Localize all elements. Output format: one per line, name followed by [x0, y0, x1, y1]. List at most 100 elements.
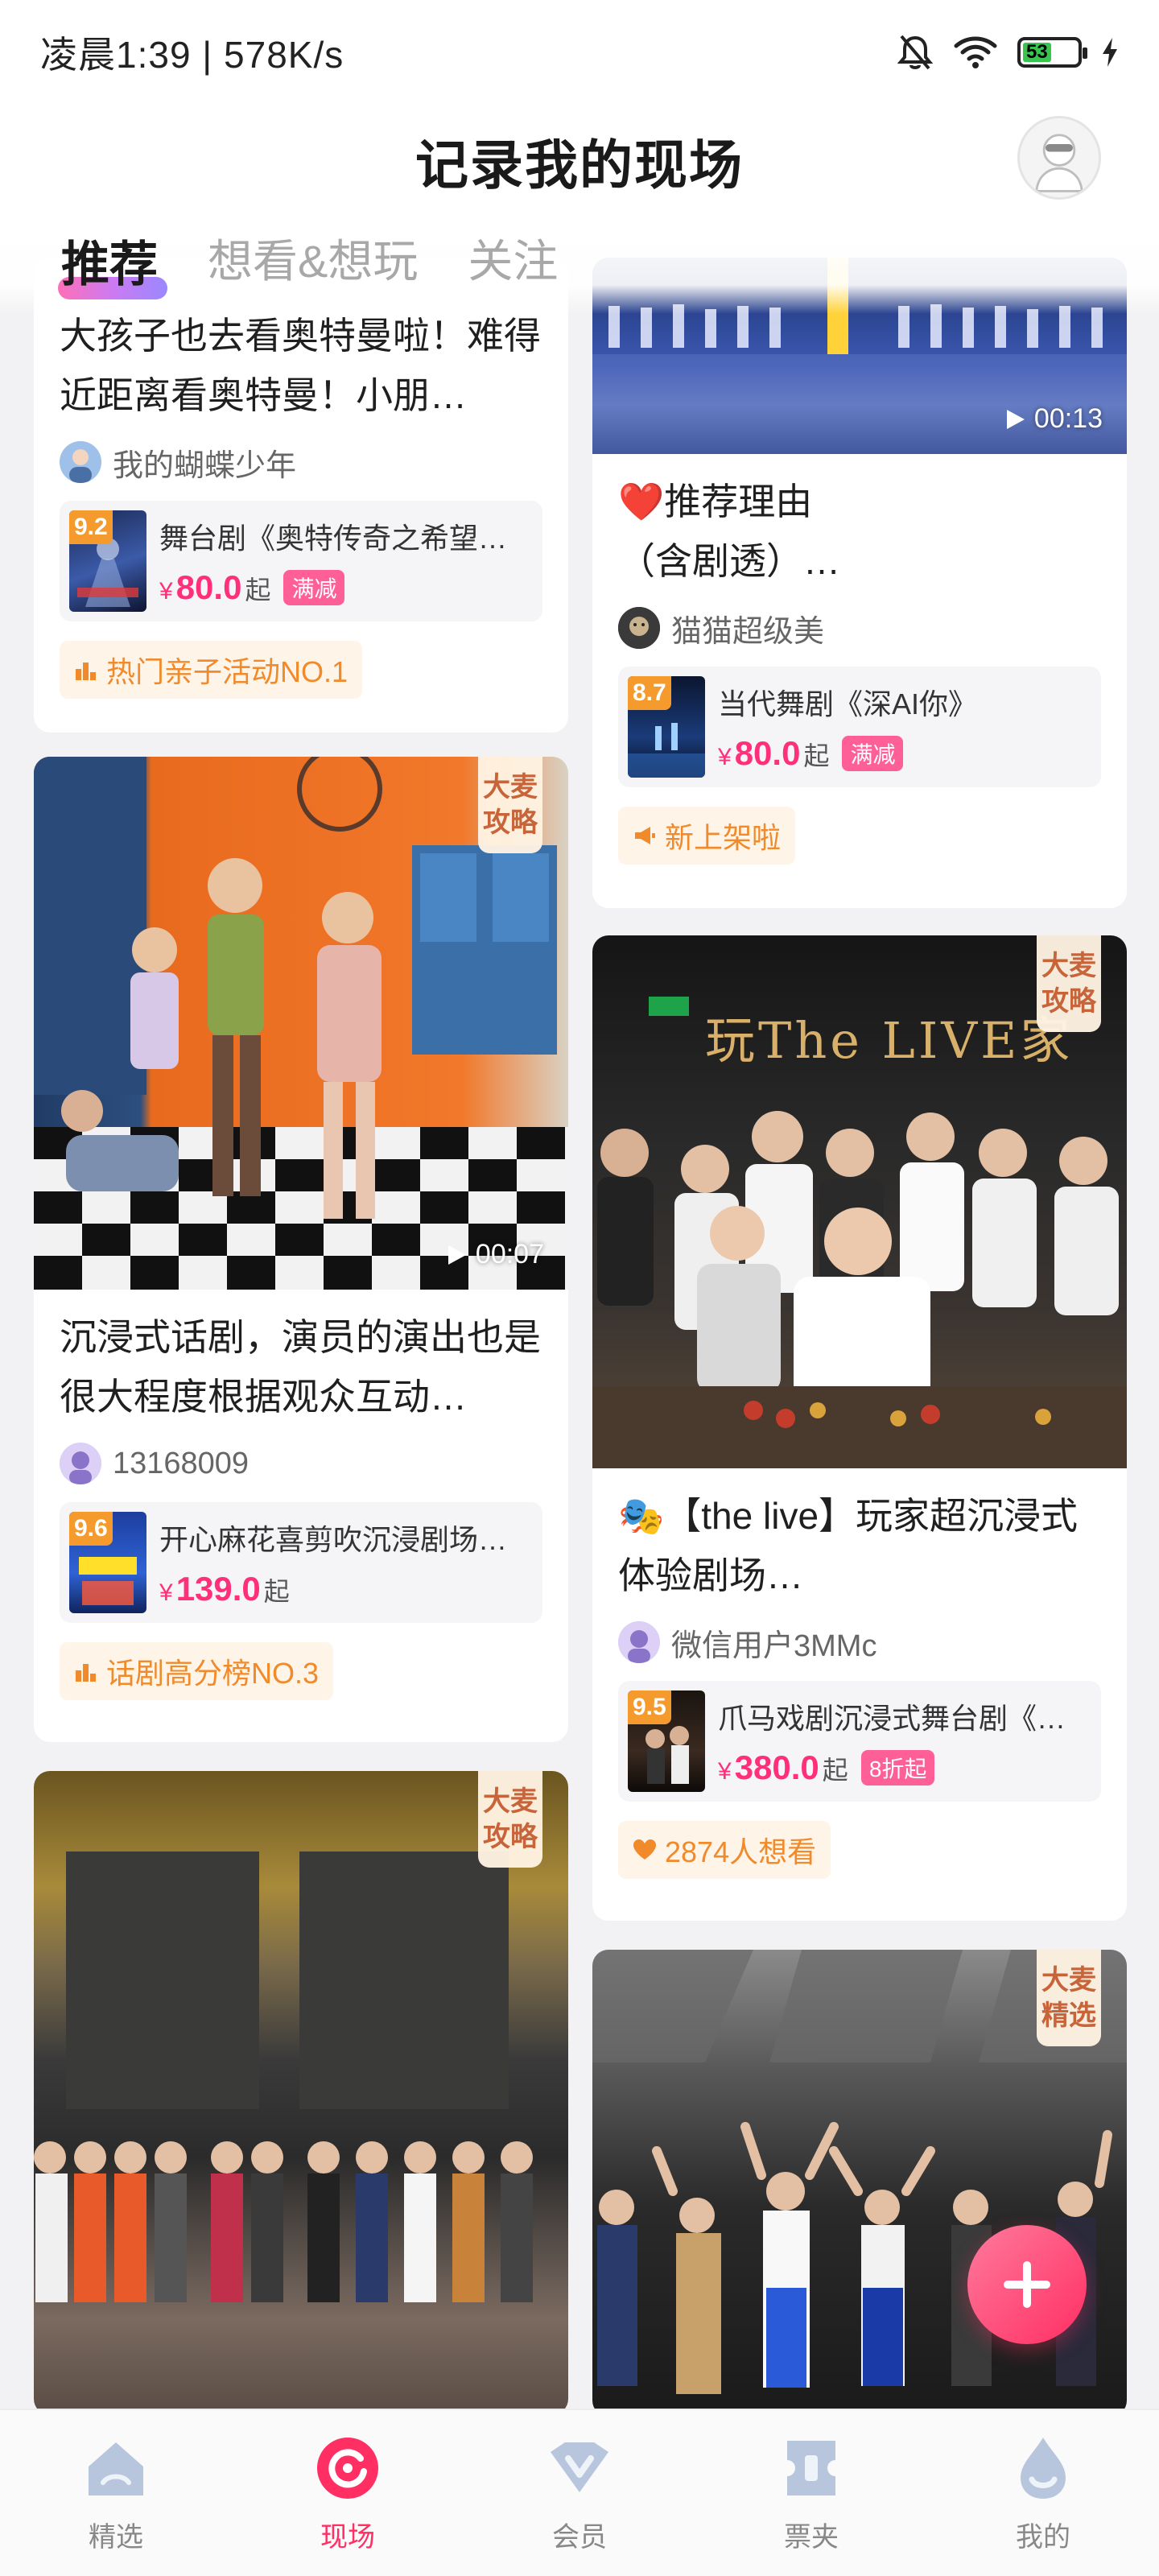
nav-item-profile[interactable]: 我的	[927, 2410, 1159, 2576]
nav-label: 精选	[89, 2522, 143, 2553]
nav-label: 会员	[552, 2522, 607, 2553]
editor-badge: 大麦攻略	[1037, 935, 1101, 1032]
show-name: 当代舞剧《深AI你》	[718, 687, 978, 720]
video-duration: 00:07	[447, 1239, 544, 1270]
author-avatar	[60, 441, 101, 483]
play-icon	[448, 1245, 466, 1265]
show-name: 爪马戏剧沉浸式舞台剧《玩…	[718, 1702, 1091, 1735]
show-score: 9.2	[69, 510, 113, 544]
feed-tabs: 推荐 想看&想玩 关注	[0, 217, 1159, 314]
editor-badge: 大麦攻略	[478, 1771, 542, 1868]
nav-label: 现场	[320, 2522, 375, 2553]
user-avatar[interactable]	[1017, 116, 1101, 200]
show-name: 舞台剧《奥特传奇之希望之…	[159, 522, 533, 555]
rank-tag[interactable]: 话剧高分榜NO.3	[60, 1642, 334, 1700]
create-post-button[interactable]	[967, 2225, 1087, 2344]
tab-recommend[interactable]: 推荐	[58, 217, 167, 299]
wifi-icon	[954, 36, 997, 68]
post-image[interactable]: 玩The LIVE家 大麦攻略	[592, 935, 1127, 1468]
author-name: 微信用户3MMc	[671, 1629, 877, 1663]
home-icon	[89, 2442, 143, 2496]
price-suffix: 起	[803, 741, 830, 770]
live-icon	[317, 2438, 378, 2499]
post-title: 🎭【the live】玩家超沉浸式体验剧场…	[618, 1495, 1079, 1596]
profile-icon	[1021, 2438, 1066, 2499]
show-score: 8.7	[628, 676, 671, 710]
duration-text: 00:07	[475, 1239, 544, 1269]
show-score: 9.5	[628, 1690, 671, 1724]
rank-text: 2874人想看	[665, 1835, 817, 1868]
show-poster: 9.2	[69, 510, 146, 612]
rank-tag[interactable]: 新上架啦	[618, 807, 796, 865]
price-symbol: ¥	[718, 1758, 732, 1785]
nav-item-tickets[interactable]: 票夹	[695, 2410, 927, 2576]
tab-want-to-see[interactable]: 想看&想玩	[208, 217, 418, 291]
price-suffix: 起	[245, 576, 271, 605]
battery-icon: 53	[1017, 37, 1087, 68]
post-card[interactable]: 玩The LIVE家 大麦攻略 🎭【the live】玩家超沉浸式体验剧场… 微…	[592, 935, 1127, 1921]
show-price: 380.0	[734, 1748, 819, 1786]
bar-chart-icon	[76, 663, 96, 680]
editor-badge: 大麦攻略	[478, 757, 542, 853]
nav-item-live[interactable]: 现场	[232, 2410, 464, 2576]
post-image[interactable]: 大麦攻略 00:07	[34, 757, 568, 1290]
rank-text: 热门亲子活动NO.1	[106, 655, 349, 688]
heart-icon	[633, 1839, 656, 1860]
editor-badge: 大麦精选	[1037, 1950, 1101, 2046]
plus-icon	[1004, 2261, 1050, 2308]
page-title: 记录我的现场	[415, 135, 744, 195]
show-info-box[interactable]: 9.5 爪马戏剧沉浸式舞台剧《玩… ¥ 380.0 起 8折起	[618, 1681, 1101, 1802]
author-name: 猫猫超级美	[671, 614, 825, 649]
show-price: 80.0	[734, 734, 801, 772]
price-symbol: ¥	[718, 744, 732, 770]
price-symbol: ¥	[159, 1579, 173, 1606]
show-poster: 8.7	[628, 676, 705, 778]
promo-tag: 8折起	[860, 1750, 935, 1785]
post-title: 沉浸式话剧，演员的演出也是很大程度根据观众互动…	[60, 1316, 541, 1418]
price-suffix: 起	[822, 1756, 848, 1785]
post-card[interactable]: 大麦攻略 00:07 沉浸式话剧，演员的演出也是很大程度根据观众互动… 1316…	[34, 757, 568, 1742]
member-icon	[551, 2442, 608, 2492]
show-score: 9.6	[69, 1512, 113, 1546]
promo-tag: 满减	[283, 570, 345, 605]
show-name: 开心麻花喜剪吹沉浸剧场《…	[159, 1523, 533, 1556]
post-author[interactable]: 微信用户3MMc	[618, 1620, 1101, 1665]
duration-text: 00:13	[1033, 403, 1103, 434]
post-author[interactable]: 我的蝴蝶少年	[60, 440, 542, 485]
author-avatar	[60, 1443, 101, 1484]
post-title: ❤️推荐理由 （含剧透）…	[618, 481, 840, 582]
tab-following[interactable]: 关注	[468, 217, 558, 291]
rank-tag[interactable]: 2874人想看	[618, 1821, 831, 1879]
show-poster: 9.5	[628, 1690, 705, 1792]
post-card[interactable]: 00:13 ❤️推荐理由 （含剧透）… 猫猫超级美 8.7 当代舞剧《深AI你》	[592, 258, 1127, 908]
author-avatar	[618, 1621, 660, 1663]
avatar-icon	[1020, 118, 1099, 197]
megaphone-icon	[635, 827, 655, 844]
rank-tag[interactable]: 热门亲子活动NO.1	[60, 641, 363, 699]
post-image[interactable]: 大麦精选	[592, 1950, 1127, 2417]
tab-label: 关注	[468, 236, 559, 287]
play-icon	[1006, 409, 1025, 429]
post-card[interactable]: 大麦精选	[592, 1950, 1127, 2417]
show-info-box[interactable]: 9.6 开心麻花喜剪吹沉浸剧场《… ¥ 139.0 起	[60, 1502, 542, 1623]
show-info-box[interactable]: 8.7 当代舞剧《深AI你》 ¥ 80.0 起 满减	[618, 667, 1101, 787]
nav-item-featured[interactable]: 精选	[0, 2410, 232, 2576]
post-author[interactable]: 猫猫超级美	[618, 605, 1101, 650]
nav-label: 我的	[1016, 2522, 1070, 2553]
page-header: 记录我的现场	[0, 105, 1159, 217]
status-time-speed: 凌晨1:39 | 578K/s	[40, 34, 344, 76]
feed: 大孩子也去看奥特曼啦！难得近距离看奥特曼！小朋… 我的蝴蝶少年 9.2 舞台剧《…	[0, 0, 1159, 2576]
show-poster: 9.6	[69, 1512, 146, 1613]
show-info-box[interactable]: 9.2 舞台剧《奥特传奇之希望之… ¥ 80.0 起 满减	[60, 501, 542, 621]
post-title: 大孩子也去看奥特曼啦！难得近距离看奥特曼！小朋…	[60, 315, 541, 416]
nav-item-member[interactable]: 会员	[464, 2410, 695, 2576]
post-card[interactable]: 大孩子也去看奥特曼啦！难得近距离看奥特曼！小朋… 我的蝴蝶少年 9.2 舞台剧《…	[34, 258, 568, 733]
nav-label: 票夹	[784, 2522, 839, 2553]
bar-chart-icon	[76, 1664, 96, 1682]
post-author[interactable]: 13168009	[60, 1441, 542, 1486]
bottom-nav: 精选 现场 会员 票夹 我的	[0, 2409, 1159, 2576]
ticket-icon	[787, 2441, 835, 2496]
post-card[interactable]: 大麦攻略	[34, 1771, 568, 2415]
post-image[interactable]: 大麦攻略	[34, 1771, 568, 2415]
show-price: 139.0	[175, 1570, 261, 1608]
